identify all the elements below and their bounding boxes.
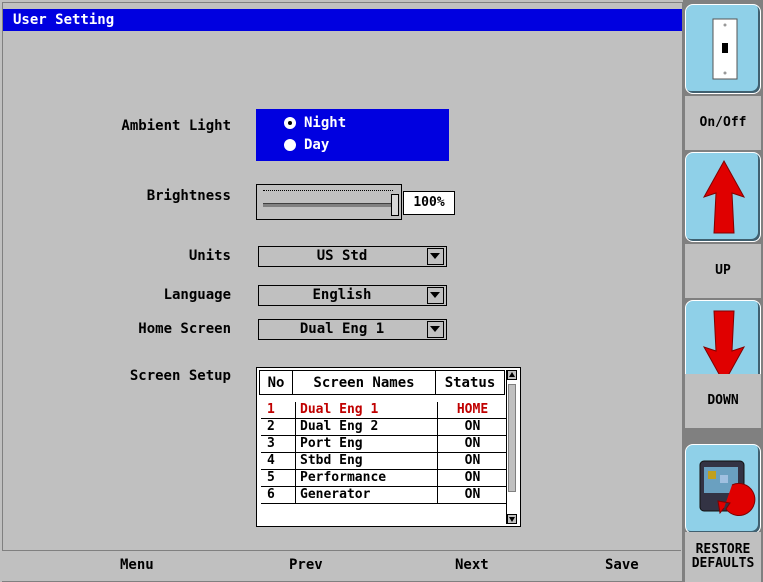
light-switch-icon — [712, 18, 738, 80]
on-off-label: On/Off — [685, 96, 761, 150]
bottom-nav-bar: Menu Prev Next Save — [2, 550, 681, 581]
radio-night-indicator[interactable] — [284, 117, 296, 129]
radio-night[interactable]: Night — [284, 115, 346, 131]
table-row[interactable]: 2 Dual Eng 2 ON — [261, 419, 507, 436]
table-header: No Screen Names Status — [259, 370, 507, 397]
column-header-screen-names: Screen Names — [292, 370, 436, 395]
slider-track[interactable] — [263, 203, 398, 207]
chevron-down-icon[interactable] — [427, 248, 444, 265]
units-select[interactable]: US Std — [258, 246, 447, 267]
cell-no: 2 — [267, 419, 275, 434]
scrollbar-thumb[interactable] — [508, 384, 516, 492]
restore-label-line1: RESTORE — [695, 542, 751, 557]
screen: User Setting Ambient Light Night Day Bri… — [0, 0, 763, 582]
window-title: User Setting — [3, 9, 682, 31]
cell-no: 3 — [267, 436, 275, 451]
cell-no: 6 — [267, 487, 275, 502]
cell-name: Stbd Eng — [295, 453, 437, 469]
save-button[interactable]: Save — [605, 557, 639, 573]
home-screen-value: Dual Eng 1 — [299, 321, 385, 337]
scroll-down-button[interactable] — [507, 514, 517, 524]
brightness-value: 100% — [403, 191, 455, 215]
brightness-slider[interactable] — [256, 184, 402, 220]
table-body: 1 Dual Eng 1 HOME 2 Dual Eng 2 ON 3 Port… — [261, 402, 507, 504]
cell-no: 4 — [267, 453, 275, 468]
scroll-up-icon — [509, 372, 515, 377]
cell-name: Port Eng — [295, 436, 437, 452]
language-value: English — [312, 287, 372, 303]
restore-defaults-icon — [699, 460, 756, 516]
chevron-down-icon[interactable] — [427, 321, 444, 338]
cell-status: ON — [437, 470, 507, 486]
table-row[interactable]: 6 Generator ON — [261, 487, 507, 504]
down-label: DOWN — [685, 374, 761, 428]
restore-defaults-button[interactable] — [685, 444, 761, 534]
units-value: US Std — [316, 248, 368, 264]
language-select[interactable]: English — [258, 285, 447, 306]
screen-setup-table: No Screen Names Status 1 Dual Eng 1 HOME… — [256, 367, 521, 527]
restore-label-line2: DEFAULTS — [691, 556, 755, 571]
cell-status: ON — [437, 419, 507, 435]
chevron-down-icon[interactable] — [427, 287, 444, 304]
column-header-status: Status — [435, 370, 505, 395]
scroll-down-icon — [509, 517, 515, 522]
table-row[interactable]: 1 Dual Eng 1 HOME — [261, 402, 507, 419]
cell-no: 5 — [267, 470, 275, 485]
table-row[interactable]: 3 Port Eng ON — [261, 436, 507, 453]
cell-name: Dual Eng 2 — [295, 419, 437, 435]
home-screen-label: Home Screen — [138, 321, 231, 337]
cell-name: Performance — [295, 470, 437, 486]
home-screen-select[interactable]: Dual Eng 1 — [258, 319, 447, 340]
menu-button[interactable]: Menu — [120, 557, 154, 573]
screen-setup-label: Screen Setup — [129, 368, 231, 384]
main-panel: User Setting Ambient Light Night Day Bri… — [2, 2, 683, 582]
language-label: Language — [163, 287, 231, 303]
cell-no: 1 — [267, 402, 275, 417]
brightness-label: Brightness — [146, 188, 231, 204]
restore-defaults-label: RESTORE DEFAULTS — [685, 532, 761, 582]
side-button-panel: On/Off UP DOWN RESTORE DEFAULTS — [683, 0, 763, 582]
radio-day[interactable]: Day — [284, 137, 329, 153]
up-button[interactable] — [685, 152, 761, 242]
next-button[interactable]: Next — [455, 557, 489, 573]
slider-ticks — [263, 190, 393, 195]
ambient-light-label: Ambient Light — [121, 118, 231, 134]
up-label: UP — [685, 244, 761, 298]
table-row[interactable]: 4 Stbd Eng ON — [261, 453, 507, 470]
ambient-light-radio-group: Night Day — [256, 109, 449, 161]
radio-night-label: Night — [304, 115, 347, 131]
column-header-no: No — [259, 370, 293, 395]
on-off-button[interactable] — [685, 4, 761, 94]
table-scrollbar[interactable] — [506, 370, 518, 524]
cell-name: Generator — [295, 487, 437, 503]
slider-thumb[interactable] — [391, 194, 399, 216]
cell-name: Dual Eng 1 — [295, 402, 437, 418]
table-row[interactable]: 5 Performance ON — [261, 470, 507, 487]
cell-status: ON — [437, 453, 507, 469]
units-label: Units — [188, 248, 231, 264]
cell-status: HOME — [437, 402, 507, 418]
cell-status: ON — [437, 487, 507, 503]
radio-day-indicator[interactable] — [284, 139, 296, 151]
scroll-up-button[interactable] — [507, 370, 517, 380]
radio-day-label: Day — [304, 137, 330, 153]
cell-status: ON — [437, 436, 507, 452]
up-arrow-icon — [702, 159, 746, 234]
prev-button[interactable]: Prev — [289, 557, 323, 573]
